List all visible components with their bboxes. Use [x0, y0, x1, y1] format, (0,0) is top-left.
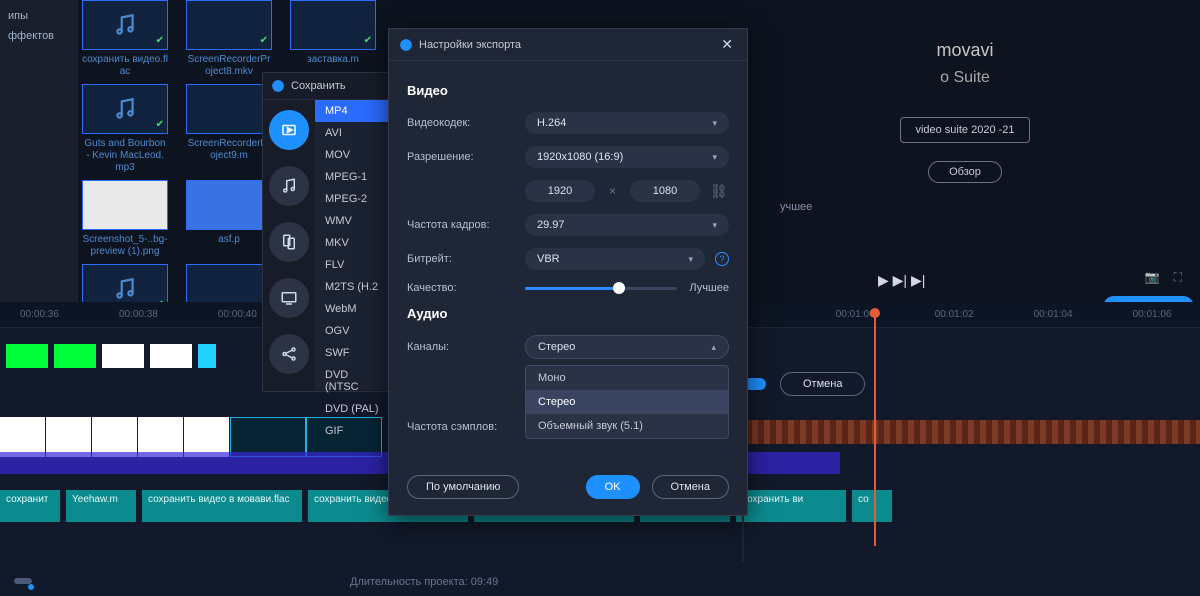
preview-panel: movavi o Suite video suite 2020 -21 Обзо… — [740, 40, 1190, 213]
channels-option[interactable]: Объемный звук (5.1) — [526, 414, 728, 438]
height-input[interactable]: 1080 — [630, 180, 700, 202]
fullscreen-icon[interactable]: ⛶ — [1174, 270, 1182, 285]
format-item[interactable]: DVD (NTSC — [315, 364, 391, 398]
browse-button[interactable]: Обзор — [928, 161, 1002, 183]
timeline-scrollbar[interactable] — [14, 578, 74, 584]
format-item[interactable]: MKV — [315, 232, 391, 254]
filmstrip[interactable] — [746, 420, 1200, 444]
channels-option[interactable]: Моно — [526, 366, 728, 390]
chevron-down-icon: ▾ — [712, 152, 717, 163]
format-item[interactable]: GIF — [315, 420, 391, 442]
audio-tab[interactable] — [269, 166, 309, 206]
dialog-footer: По умолчанию OK Отмена — [389, 463, 747, 515]
info-icon[interactable]: ? — [715, 252, 729, 266]
chevron-down-icon: ▾ — [688, 254, 693, 265]
quality-value: Лучшее — [689, 282, 729, 294]
check-icon: ✔ — [156, 35, 164, 46]
channels-option[interactable]: Стерео — [526, 390, 728, 414]
check-icon: ✔ — [260, 35, 268, 46]
media-item[interactable]: ✔ScreenRecorderProject8.mkv — [186, 0, 272, 78]
sidebar-label: ффектов — [0, 26, 78, 46]
playhead[interactable] — [874, 314, 876, 546]
sidebar-label: ипы — [0, 6, 78, 26]
audio-section-header: Аудио — [407, 306, 729, 321]
format-item[interactable]: FLV — [315, 254, 391, 276]
format-item[interactable]: M2TS (H.2 — [315, 276, 391, 298]
export-category-tabs — [263, 100, 315, 390]
format-item[interactable]: MPEG-1 — [315, 166, 391, 188]
media-item[interactable]: ✔Guts and Bourbon - Kevin MacLeod.mp3 — [82, 84, 168, 174]
app-icon — [271, 79, 285, 93]
format-item[interactable]: WMV — [315, 210, 391, 232]
ok-button[interactable]: OK — [586, 475, 640, 499]
dialog-header: Настройки экспорта ✕ — [389, 29, 747, 61]
quality-label: Качество: — [407, 282, 525, 294]
format-item[interactable]: MPEG-2 — [315, 188, 391, 210]
media-item[interactable]: ✔заставка.m — [290, 0, 376, 78]
channels-select[interactable]: Стерео ▴ — [525, 335, 729, 359]
cancel-export-button[interactable]: Отмена — [780, 372, 865, 396]
camera-icon[interactable]: 📷 — [1145, 270, 1160, 285]
quality-slider[interactable] — [525, 287, 677, 290]
media-item[interactable]: asf.p — [186, 180, 272, 258]
resolution-label: Разрешение: — [407, 151, 525, 163]
dialog-title: Настройки экспорта — [419, 39, 717, 51]
times-icon: × — [609, 184, 616, 198]
save-dialog: Сохранить MP4 AVI MOV MPEG-1 MPEG-2 WMV … — [262, 72, 392, 392]
music-icon — [112, 96, 138, 122]
chevron-down-icon: ▾ — [712, 220, 717, 231]
format-item[interactable]: MP4 — [315, 100, 391, 122]
format-list: MP4 AVI MOV MPEG-1 MPEG-2 WMV MKV FLV M2… — [315, 100, 391, 390]
status-duration: Длительность проекта: 09:49 — [350, 576, 498, 588]
cancel-button[interactable]: Отмена — [652, 475, 729, 499]
music-icon — [112, 12, 138, 38]
check-icon: ✔ — [156, 119, 164, 130]
video-section-header: Видео — [407, 83, 729, 98]
channels-label: Каналы: — [407, 341, 525, 353]
format-item[interactable]: SWF — [315, 342, 391, 364]
app-icon — [399, 38, 413, 52]
format-item[interactable]: WebM — [315, 298, 391, 320]
aspect-lock-icon[interactable]: ⛓ — [710, 183, 728, 200]
share-tab[interactable] — [269, 334, 309, 374]
width-input[interactable]: 1920 — [525, 180, 595, 202]
format-item[interactable]: DVD (PAL) — [315, 398, 391, 420]
slider-handle[interactable] — [613, 282, 625, 294]
format-item[interactable]: MOV — [315, 144, 391, 166]
fps-select[interactable]: 29.97▾ — [525, 214, 729, 236]
samplerate-label: Частота сэмплов: — [407, 421, 525, 433]
chevron-up-icon: ▴ — [711, 342, 716, 353]
timeline-quicknav[interactable] — [0, 336, 250, 376]
save-dialog-header: Сохранить — [263, 73, 391, 100]
bitrate-label: Битрейт: — [407, 253, 525, 265]
brand-name: movavi — [740, 40, 1190, 61]
media-item[interactable]: ScreenRecorderProject9.m — [186, 84, 272, 174]
brand-sub: o Suite — [740, 69, 1190, 87]
devices-tab[interactable] — [269, 222, 309, 262]
video-tab[interactable] — [269, 110, 309, 150]
music-icon — [112, 276, 138, 302]
format-item[interactable]: OGV — [315, 320, 391, 342]
channels-dropdown-menu: Моно Стерео Объемный звук (5.1) — [525, 365, 729, 439]
check-icon: ✔ — [364, 35, 372, 46]
fps-label: Частота кадров: — [407, 219, 525, 231]
export-settings-dialog: Настройки экспорта ✕ Видео Видеокодек: H… — [388, 28, 748, 516]
defaults-button[interactable]: По умолчанию — [407, 475, 519, 499]
resolution-preset-select[interactable]: 1920x1080 (16:9)▾ — [525, 146, 729, 168]
output-path[interactable]: video suite 2020 -21 — [900, 117, 1029, 143]
format-item[interactable]: AVI — [315, 122, 391, 144]
chevron-down-icon: ▾ — [712, 118, 717, 129]
transport-controls[interactable]: ▶ ▶| ▶| — [878, 272, 925, 289]
close-icon[interactable]: ✕ — [717, 36, 737, 53]
codec-select[interactable]: H.264▾ — [525, 112, 729, 134]
preview-tools[interactable]: 📷 ⛶ — [1145, 270, 1182, 285]
media-item[interactable]: Screenshot_5-..bg-preview (1).png — [82, 180, 168, 258]
tv-tab[interactable] — [269, 278, 309, 318]
media-item[interactable]: ✔сохранить видео.flac — [82, 0, 168, 78]
bitrate-select[interactable]: VBR▾ — [525, 248, 705, 270]
quality-hint: учшее — [780, 201, 1190, 213]
codec-label: Видеокодек: — [407, 117, 525, 129]
